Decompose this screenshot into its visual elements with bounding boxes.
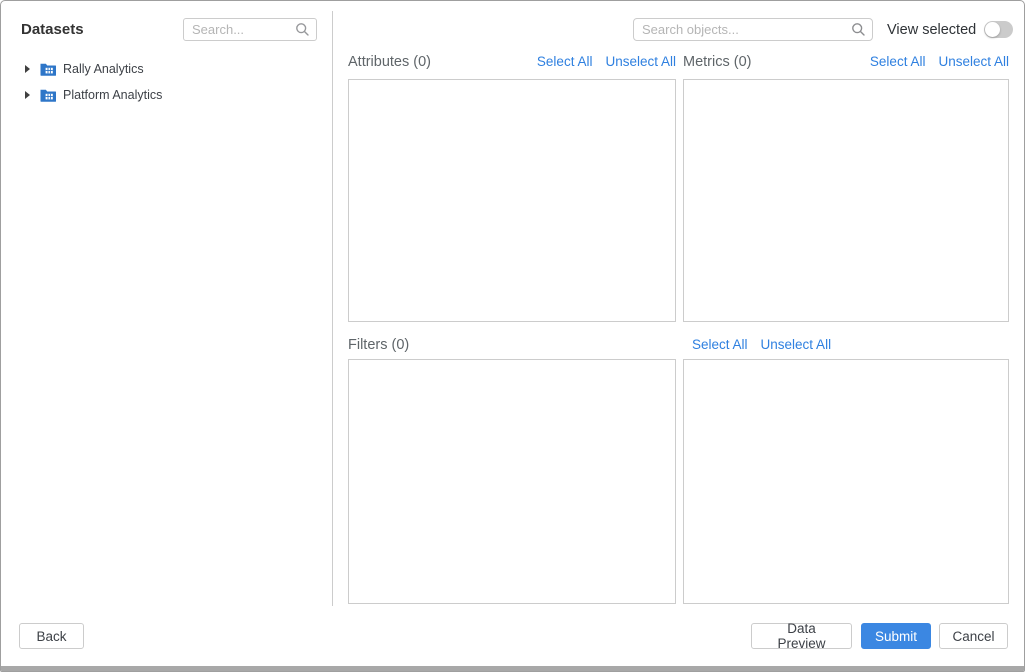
extra-unselect-all-link[interactable]: Unselect All bbox=[761, 337, 832, 352]
selected-objects-header: Select All Unselect All bbox=[692, 337, 1018, 354]
data-preview-button[interactable]: Data Preview bbox=[751, 623, 852, 649]
filters-header: Filters (0) bbox=[348, 337, 676, 354]
cancel-button[interactable]: Cancel bbox=[939, 623, 1008, 649]
metrics-title: Metrics (0) bbox=[683, 54, 751, 70]
datasets-search-box[interactable] bbox=[183, 18, 317, 41]
window-bottom-edge bbox=[1, 666, 1024, 671]
back-button[interactable]: Back bbox=[19, 623, 84, 649]
search-icon bbox=[295, 22, 310, 37]
caret-right-icon[interactable] bbox=[25, 91, 30, 99]
dataset-picker-dialog: Datasets Rally Analytics Platform Analyt… bbox=[0, 0, 1025, 672]
objects-search-box[interactable] bbox=[633, 18, 873, 41]
panel-divider bbox=[332, 11, 333, 606]
tree-item-platform-analytics[interactable]: Platform Analytics bbox=[1, 84, 321, 106]
tree-item-rally-analytics[interactable]: Rally Analytics bbox=[1, 58, 321, 80]
metrics-header: Metrics (0) Select All Unselect All bbox=[683, 54, 1009, 71]
filters-title: Filters (0) bbox=[348, 337, 409, 353]
extra-select-all-link[interactable]: Select All bbox=[692, 337, 748, 352]
view-selected-label: View selected bbox=[887, 22, 976, 38]
dataset-folder-icon bbox=[40, 89, 56, 102]
tree-item-label: Rally Analytics bbox=[63, 62, 144, 76]
datasets-search-input[interactable] bbox=[192, 22, 295, 37]
attributes-header: Attributes (0) Select All Unselect All bbox=[348, 54, 676, 71]
view-selected-toggle[interactable] bbox=[984, 21, 1013, 38]
metrics-select-all-link[interactable]: Select All bbox=[870, 54, 926, 69]
search-icon bbox=[851, 22, 866, 37]
tree-item-label: Platform Analytics bbox=[63, 88, 162, 102]
metrics-list[interactable] bbox=[683, 79, 1009, 322]
dataset-folder-icon bbox=[40, 63, 56, 76]
metrics-unselect-all-link[interactable]: Unselect All bbox=[938, 54, 1009, 69]
caret-right-icon[interactable] bbox=[25, 65, 30, 73]
attributes-title: Attributes (0) bbox=[348, 54, 431, 70]
objects-search-input[interactable] bbox=[642, 22, 851, 37]
attributes-list[interactable] bbox=[348, 79, 676, 322]
attributes-select-all-link[interactable]: Select All bbox=[537, 54, 593, 69]
datasets-panel-title: Datasets bbox=[21, 21, 84, 38]
selected-objects-list[interactable] bbox=[683, 359, 1009, 604]
filters-list[interactable] bbox=[348, 359, 676, 604]
toggle-knob bbox=[985, 22, 1000, 37]
attributes-unselect-all-link[interactable]: Unselect All bbox=[605, 54, 676, 69]
view-selected-control: View selected bbox=[887, 21, 1013, 38]
submit-button[interactable]: Submit bbox=[861, 623, 931, 649]
